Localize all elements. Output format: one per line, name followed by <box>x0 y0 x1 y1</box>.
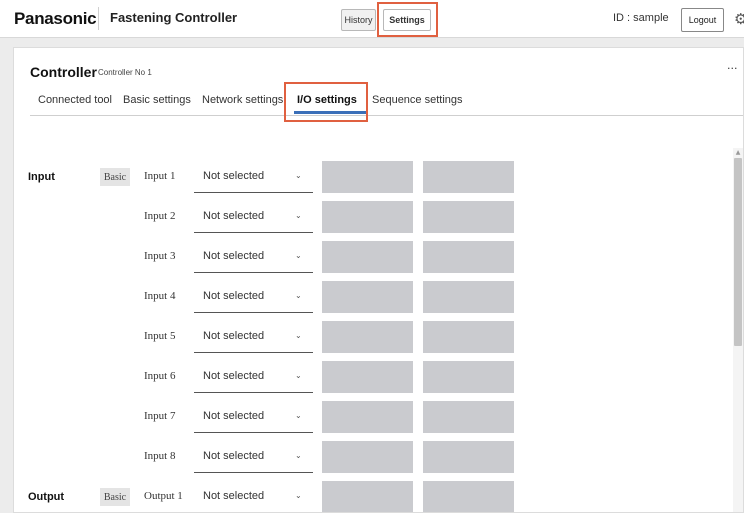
user-id-label: ID : sample <box>613 12 669 24</box>
top-bar: Panasonic Fastening Controller History S… <box>0 0 744 38</box>
app-title: Fastening Controller <box>110 10 238 25</box>
select-value: Not selected <box>203 290 265 302</box>
io-row-output-1: Output Basic Output 1 Not selected ⌄ <box>14 481 554 512</box>
function-select[interactable]: Not selected ⌄ <box>194 442 313 473</box>
select-value: Not selected <box>203 410 265 422</box>
io-value-box-2[interactable] <box>423 321 514 353</box>
controller-panel: Controller Controller No 1 ··· Connected… <box>13 47 744 513</box>
io-row-input-8: Input 8 Not selected ⌄ <box>14 441 554 474</box>
chevron-down-icon: ⌄ <box>295 291 302 300</box>
select-value: Not selected <box>203 170 265 182</box>
settings-button[interactable]: Settings <box>383 9 431 31</box>
function-select[interactable]: Not selected ⌄ <box>194 162 313 193</box>
io-value-box-1[interactable] <box>322 361 413 393</box>
chevron-down-icon: ⌄ <box>295 451 302 460</box>
io-value-box-2[interactable] <box>423 441 514 473</box>
brand-divider <box>98 7 99 30</box>
select-value: Not selected <box>203 210 265 222</box>
active-tab-indicator <box>294 111 366 114</box>
more-menu-icon[interactable]: ··· <box>727 62 738 75</box>
io-row-label: Input 5 <box>144 330 176 342</box>
io-value-box-1[interactable] <box>322 321 413 353</box>
io-row-label: Input 2 <box>144 210 176 222</box>
io-row-label: Input 1 <box>144 170 176 182</box>
tab-network-settings[interactable]: Network settings <box>202 94 283 106</box>
scrollbar-thumb[interactable] <box>734 158 742 346</box>
io-row-label: Output 1 <box>144 490 183 502</box>
select-value: Not selected <box>203 490 265 502</box>
function-select[interactable]: Not selected ⌄ <box>194 362 313 393</box>
tab-basic-settings[interactable]: Basic settings <box>123 94 191 106</box>
tab-connected-tool[interactable]: Connected tool <box>38 94 112 106</box>
io-value-box-1[interactable] <box>322 161 413 193</box>
io-row-label: Input 8 <box>144 450 176 462</box>
controller-subtitle: Controller No 1 <box>98 68 152 77</box>
io-row-label: Input 3 <box>144 250 176 262</box>
io-value-box-2[interactable] <box>423 161 514 193</box>
chevron-down-icon: ⌄ <box>295 171 302 180</box>
chevron-down-icon: ⌄ <box>295 331 302 340</box>
io-row-input-6: Input 6 Not selected ⌄ <box>14 361 554 394</box>
io-value-box-1[interactable] <box>322 281 413 313</box>
io-value-box-2[interactable] <box>423 401 514 433</box>
tab-io-settings[interactable]: I/O settings <box>297 94 357 106</box>
io-value-box-1[interactable] <box>322 401 413 433</box>
logout-button[interactable]: Logout <box>681 8 724 32</box>
function-select[interactable]: Not selected ⌄ <box>194 402 313 433</box>
brand-logo: Panasonic <box>14 9 97 28</box>
function-select[interactable]: Not selected ⌄ <box>194 322 313 353</box>
history-button[interactable]: History <box>341 9 376 31</box>
chevron-down-icon: ⌄ <box>295 491 302 500</box>
io-value-box-2[interactable] <box>423 241 514 273</box>
basic-badge: Basic <box>100 168 130 186</box>
io-row-input-1: Input Basic Input 1 Not selected ⌄ <box>14 161 554 194</box>
io-row-label: Input 6 <box>144 370 176 382</box>
page-title: Controller <box>30 64 97 80</box>
io-value-box-1[interactable] <box>322 481 413 512</box>
select-value: Not selected <box>203 250 265 262</box>
select-value: Not selected <box>203 450 265 462</box>
select-value: Not selected <box>203 330 265 342</box>
io-row-input-4: Input 4 Not selected ⌄ <box>14 281 554 314</box>
input-section-label: Input <box>28 171 55 183</box>
select-value: Not selected <box>203 370 265 382</box>
io-value-box-1[interactable] <box>322 201 413 233</box>
function-select[interactable]: Not selected ⌄ <box>194 482 313 512</box>
io-value-box-2[interactable] <box>423 361 514 393</box>
settings-tabs: Connected tool Basic settings Network se… <box>30 86 743 116</box>
io-value-box-2[interactable] <box>423 201 514 233</box>
basic-badge: Basic <box>100 488 130 506</box>
scroll-up-icon[interactable]: ▲ <box>734 149 742 157</box>
vertical-scrollbar[interactable]: ▲ <box>733 148 743 512</box>
function-select[interactable]: Not selected ⌄ <box>194 242 313 273</box>
gear-icon[interactable]: ⚙ <box>734 10 744 28</box>
io-row-input-2: Input 2 Not selected ⌄ <box>14 201 554 234</box>
io-value-box-1[interactable] <box>322 441 413 473</box>
io-row-input-5: Input 5 Not selected ⌄ <box>14 321 554 354</box>
io-row-label: Input 7 <box>144 410 176 422</box>
function-select[interactable]: Not selected ⌄ <box>194 202 313 233</box>
chevron-down-icon: ⌄ <box>295 251 302 260</box>
io-row-input-7: Input 7 Not selected ⌄ <box>14 401 554 434</box>
io-value-box-2[interactable] <box>423 281 514 313</box>
io-value-box-1[interactable] <box>322 241 413 273</box>
chevron-down-icon: ⌄ <box>295 211 302 220</box>
chevron-down-icon: ⌄ <box>295 411 302 420</box>
function-select[interactable]: Not selected ⌄ <box>194 282 313 313</box>
io-row-input-3: Input 3 Not selected ⌄ <box>14 241 554 274</box>
chevron-down-icon: ⌄ <box>295 371 302 380</box>
io-row-label: Input 4 <box>144 290 176 302</box>
output-section-label: Output <box>28 491 65 503</box>
io-value-box-2[interactable] <box>423 481 514 512</box>
tab-sequence-settings[interactable]: Sequence settings <box>372 94 463 106</box>
